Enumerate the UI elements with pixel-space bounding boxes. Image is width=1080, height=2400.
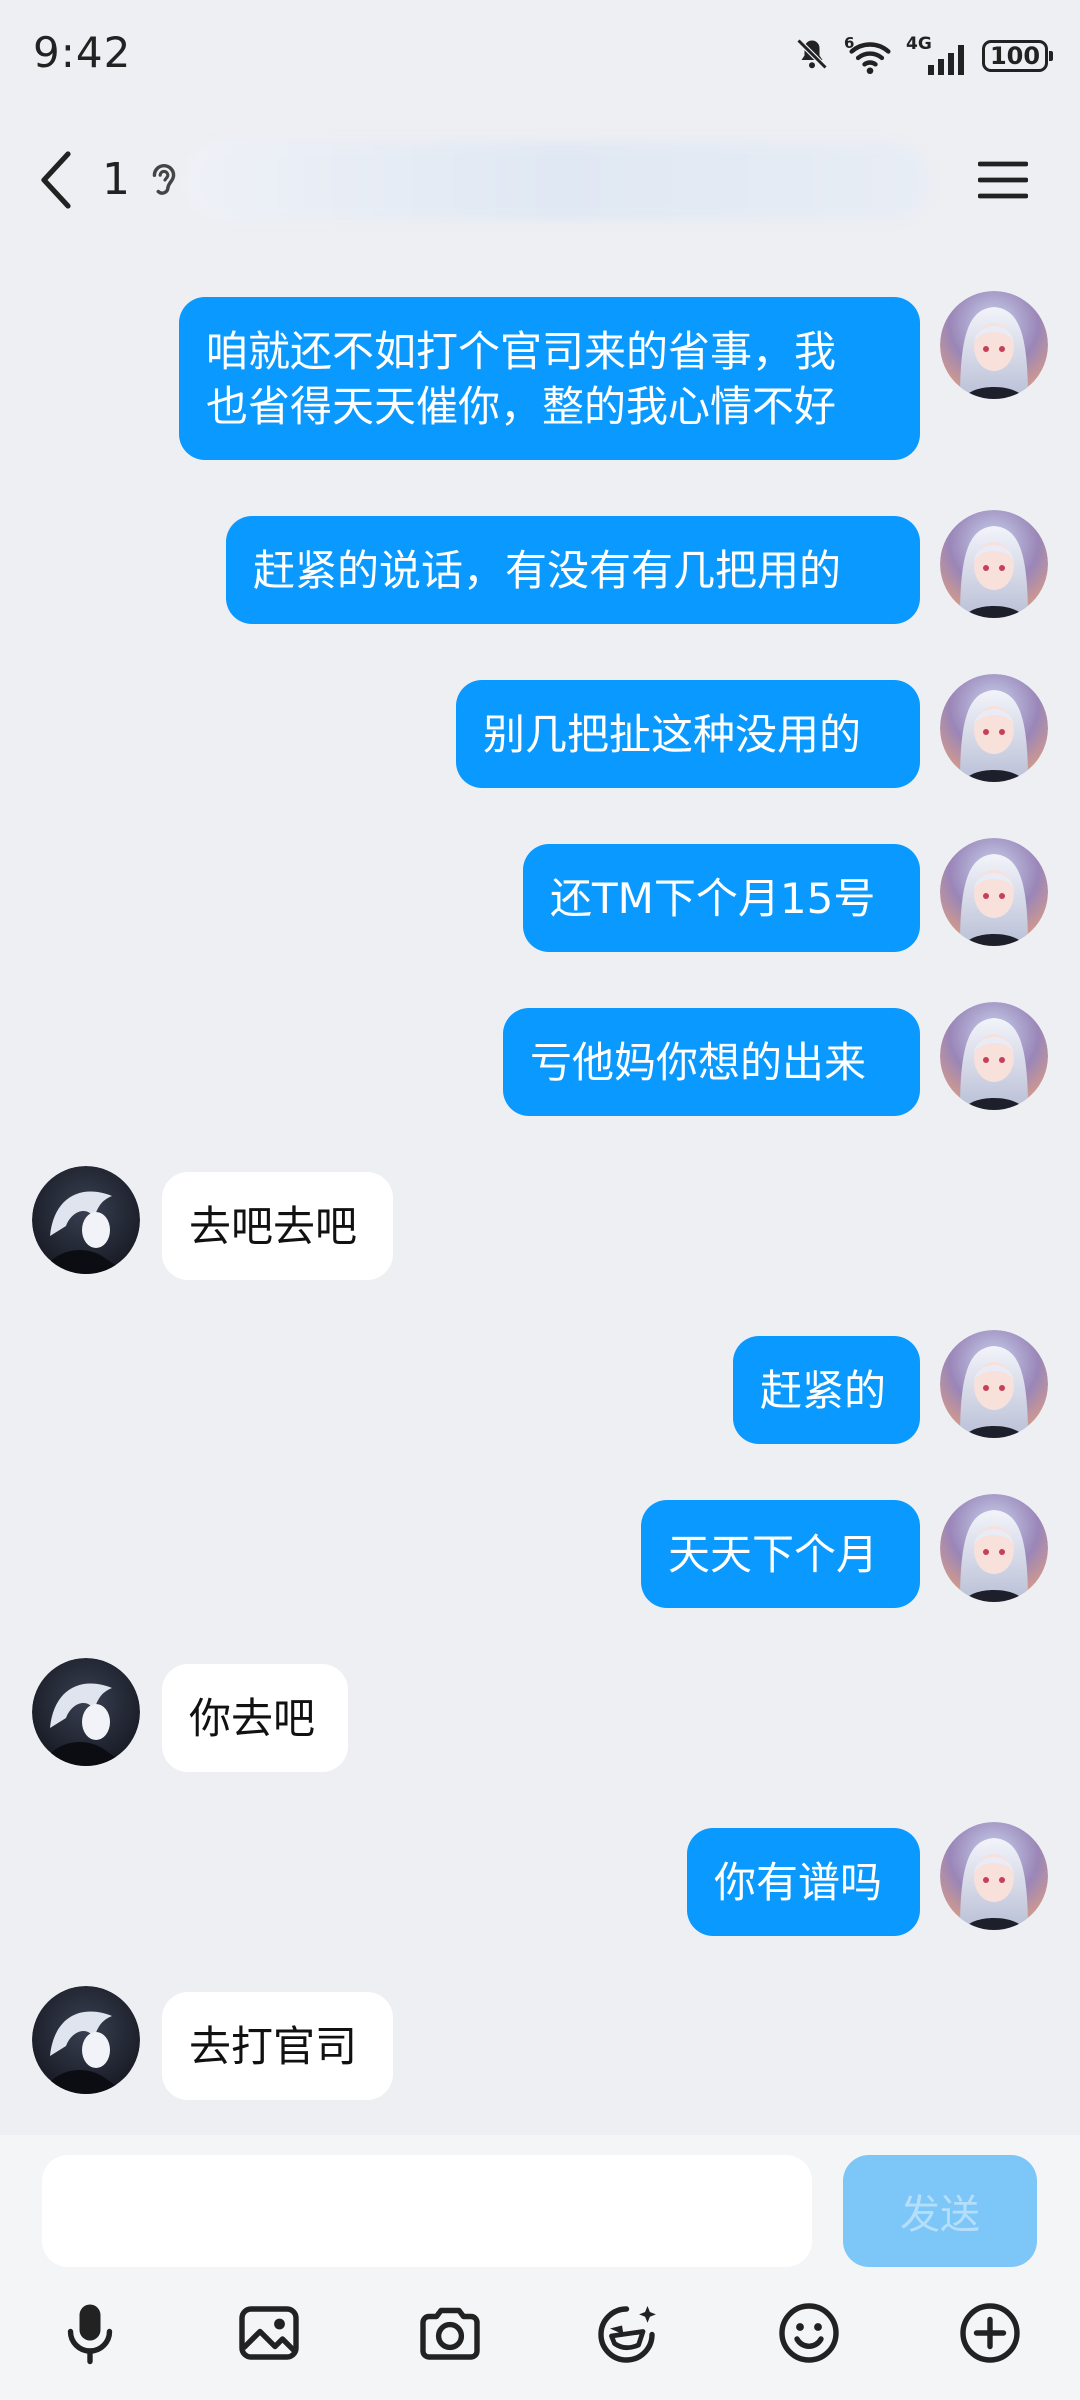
bell-muted-icon: [794, 36, 830, 76]
avatar[interactable]: [32, 1658, 140, 1766]
avatar[interactable]: [32, 1166, 140, 1274]
message-bubble-incoming[interactable]: 去吧去吧: [162, 1172, 393, 1280]
sticker-button[interactable]: [769, 2293, 849, 2373]
avatar[interactable]: [940, 674, 1048, 782]
status-bar: 9:42 6 4G 100: [0, 0, 1080, 120]
voice-button[interactable]: [50, 2293, 130, 2373]
send-button[interactable]: 发送: [843, 2155, 1037, 2267]
emoji-edit-icon: [598, 2306, 656, 2363]
unread-count: 1: [102, 154, 130, 205]
contact-name-obscured: [185, 142, 930, 220]
battery-level: 100: [989, 42, 1041, 70]
message-bubble-incoming[interactable]: 你去吧: [162, 1664, 348, 1772]
message-bubble-outgoing[interactable]: 咱就还不如打个官司来的省事，我 也省得天天催你，整的我心情不好: [179, 297, 920, 460]
avatar[interactable]: [940, 1330, 1048, 1438]
chat-header: 1: [0, 120, 1080, 240]
avatar[interactable]: [940, 291, 1048, 399]
avatar[interactable]: [940, 838, 1048, 946]
plus-icon: [960, 2303, 1020, 2363]
avatar[interactable]: [940, 1002, 1048, 1110]
avatar[interactable]: [940, 1822, 1048, 1930]
status-time: 9:42: [33, 28, 132, 77]
status-icons: 6 4G 100: [794, 34, 1053, 78]
message-bubble-outgoing[interactable]: 你有谱吗: [687, 1828, 920, 1936]
message-bubble-outgoing[interactable]: 亏他妈你想的出来: [503, 1008, 920, 1116]
ear-icon: [146, 158, 182, 204]
menu-icon: [978, 161, 1028, 199]
message-input[interactable]: [42, 2155, 812, 2267]
cell-signal-icon: 4G: [906, 36, 968, 76]
avatar[interactable]: [940, 510, 1048, 618]
composer: 发送: [0, 2135, 1080, 2400]
microphone-icon: [67, 2304, 113, 2365]
camera-button[interactable]: [410, 2293, 490, 2373]
back-button[interactable]: [30, 148, 82, 212]
message-bubble-incoming[interactable]: 去打官司: [162, 1992, 393, 2100]
battery-icon: 100: [982, 40, 1053, 72]
smiley-icon: [779, 2303, 839, 2363]
avatar[interactable]: [32, 1986, 140, 2094]
camera-icon: [420, 2307, 480, 2360]
message-bubble-outgoing[interactable]: 还TM下个月15号: [523, 844, 920, 952]
emoji-edit-button[interactable]: [588, 2293, 668, 2373]
message-bubble-outgoing[interactable]: 赶紧的: [733, 1336, 920, 1444]
message-bubble-outgoing[interactable]: 天天下个月: [641, 1500, 920, 1608]
more-button[interactable]: [950, 2293, 1030, 2373]
message-bubble-outgoing[interactable]: 别几把扯这种没用的: [456, 680, 920, 788]
message-bubble-outgoing[interactable]: 赶紧的说话，有没有有几把用的: [226, 516, 920, 624]
avatar[interactable]: [940, 1494, 1048, 1602]
image-icon: [239, 2306, 299, 2360]
wifi-icon: 6: [844, 36, 892, 76]
menu-button[interactable]: [975, 152, 1031, 208]
composer-toolbar: [0, 2293, 1080, 2393]
image-button[interactable]: [229, 2293, 309, 2373]
back-chevron-icon: [41, 151, 71, 209]
